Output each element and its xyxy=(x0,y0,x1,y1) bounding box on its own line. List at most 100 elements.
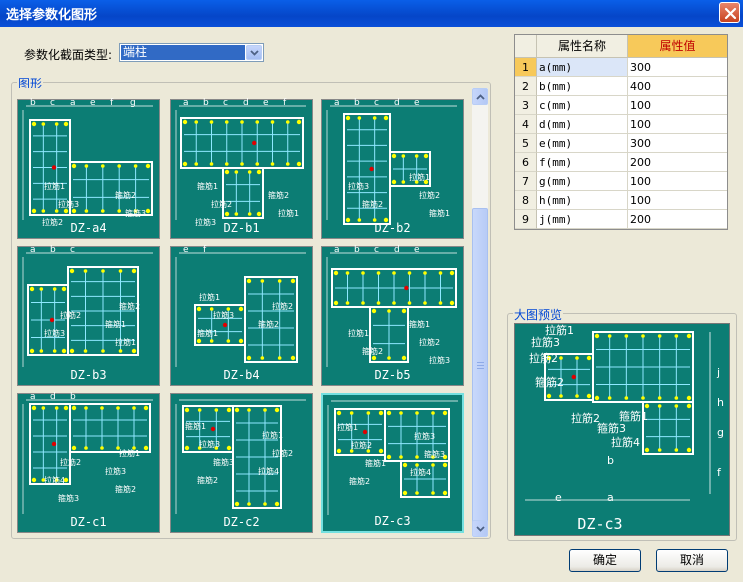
thumbnail-annotation: a xyxy=(183,98,189,108)
thumbnail-annotation: a xyxy=(30,392,36,402)
column-header-value: 属性值 xyxy=(628,35,727,58)
ok-button[interactable]: 确定 xyxy=(569,549,641,572)
shape-thumbnail-dz-c3[interactable]: 拉筋1 拉筋3 拉筋2 箍筋3 箍筋1 拉筋4 箍筋2 DZ-c3 xyxy=(321,393,464,533)
thumbnail-annotation: f xyxy=(203,245,207,255)
shape-thumbnail-dz-b5[interactable]: a b c d e 箍筋1 拉筋1 拉筋2 箍筋2 拉筋3 DZ-b5 xyxy=(321,246,464,386)
thumbnail-annotation: 拉筋1 xyxy=(337,423,359,432)
preview-annotation: b xyxy=(607,454,614,467)
thumbnail-annotation: 箍筋3 xyxy=(424,450,446,459)
property-row[interactable]: 4 d(mm) 100 xyxy=(515,115,727,134)
thumbnail-annotation: 拉筋2 xyxy=(419,191,441,200)
shape-diagram xyxy=(22,105,153,220)
section-type-label: 参数化截面类型: xyxy=(24,48,113,62)
thumbnail-annotation: 箍筋2 xyxy=(115,191,137,200)
preview-label: DZ-c3 xyxy=(577,515,623,533)
thumbnail-annotation: 拉筋1 xyxy=(119,449,141,458)
title-bar: 选择参数化图形 xyxy=(0,0,743,27)
cancel-button[interactable]: 取消 xyxy=(656,549,728,572)
property-row[interactable]: 7 g(mm) 100 xyxy=(515,172,727,191)
thumbnail-annotation: d xyxy=(243,98,249,108)
thumbnail-annotation: 拉筋2 xyxy=(272,449,294,458)
property-value[interactable]: 300 xyxy=(628,58,727,77)
thumbnail-annotation: f xyxy=(283,98,287,108)
thumbnail-annotation: 箍筋1 xyxy=(105,320,127,329)
shape-thumbnail-dz-b2[interactable]: a b c d e 拉筋1 拉筋3 拉筋2 箍筋2 箍筋1 DZ-b2 xyxy=(321,99,464,239)
preview-annotation: 拉筋2 xyxy=(571,411,600,425)
property-row[interactable]: 9 j(mm) 200 xyxy=(515,210,727,229)
section-type-select[interactable]: 端柱 xyxy=(119,43,264,62)
thumbnail-annotation: 拉筋1 xyxy=(409,173,431,182)
property-row[interactable]: 6 f(mm) 200 xyxy=(515,153,727,172)
thumbnail-annotation: c xyxy=(50,98,55,108)
preview-annotation: 拉筋4 xyxy=(611,435,640,449)
close-button[interactable] xyxy=(719,2,740,23)
property-row[interactable]: 5 e(mm) 300 xyxy=(515,134,727,153)
property-name: j(mm) xyxy=(537,210,628,229)
preview-annotation: a xyxy=(607,491,614,504)
preview-annotation: 箍筋2 xyxy=(535,375,564,389)
thumbnail-annotation: 拉筋2 xyxy=(60,458,82,467)
scroll-up-button[interactable] xyxy=(472,88,488,105)
property-row[interactable]: 3 c(mm) 100 xyxy=(515,96,727,115)
property-value[interactable]: 400 xyxy=(628,77,727,96)
property-value[interactable]: 100 xyxy=(628,96,727,115)
close-icon xyxy=(724,7,737,20)
thumbnail-annotation: 拉筋4 xyxy=(44,476,66,485)
preview-canvas: 拉筋1 拉筋3 拉筋2 箍筋2 拉筋2 箍筋1 箍筋3 拉筋4 b a e f g h j DZ-c3 xyxy=(514,323,730,536)
section-type-value: 端柱 xyxy=(121,45,245,60)
shape-thumbnail-dz-a4[interactable]: b c a e f g 拉筋1 箍筋2 拉筋3 箍筋3 拉筋2 DZ-a4 xyxy=(17,99,160,239)
thumbnail-annotation: 拉筋1 xyxy=(115,338,137,347)
property-value[interactable]: 100 xyxy=(628,115,727,134)
thumbnail-label: DZ-a4 xyxy=(70,221,107,235)
thumbnail-annotation: c xyxy=(374,245,379,255)
preview-annotation: e xyxy=(555,491,562,504)
thumbnail-annotation: b xyxy=(354,98,360,108)
property-grid: 属性名称 属性值 1 a(mm) 300 2 b(mm) 400 3 c(mm) 100 4 d(m… xyxy=(514,34,728,230)
thumbnail-annotation: 拉筋3 xyxy=(348,182,370,191)
thumbnail-annotation: e xyxy=(263,98,269,108)
thumbnail-annotation: b xyxy=(354,245,360,255)
preview-group: 大图预览 拉筋1 拉筋3 拉筋2 箍筋2 拉筋2 箍筋1 箍筋3 拉筋4 b a e f g h j DZ-… xyxy=(507,306,737,541)
shape-thumbnail-dz-c1[interactable]: a d b 拉筋1 拉筋2 拉筋3 拉筋4 箍筋2 箍筋3 DZ-c1 xyxy=(17,393,160,533)
dropdown-button[interactable] xyxy=(246,45,262,60)
property-name: g(mm) xyxy=(537,172,628,191)
thumbnail-label: DZ-b1 xyxy=(223,221,260,235)
column-header-name: 属性名称 xyxy=(537,35,628,58)
thumbnail-annotation: 箍筋2 xyxy=(115,485,137,494)
thumbnail-annotation: e xyxy=(183,245,189,255)
scroll-down-button[interactable] xyxy=(472,520,488,537)
property-value[interactable]: 300 xyxy=(628,134,727,153)
property-value[interactable]: 200 xyxy=(628,153,727,172)
thumbnail-scrollbar[interactable] xyxy=(472,88,488,537)
thumbnail-annotation: 箍筋1 xyxy=(197,182,219,191)
thumbnail-annotation: b xyxy=(203,98,209,108)
property-value[interactable]: 200 xyxy=(628,210,727,229)
thumbnail-annotation: 拉筋3 xyxy=(105,467,127,476)
thumbnail-annotation: 箍筋2 xyxy=(197,476,219,485)
thumbnail-label: DZ-c2 xyxy=(223,515,260,529)
thumbnail-annotation: 拉筋1 xyxy=(348,329,370,338)
property-value[interactable]: 100 xyxy=(628,172,727,191)
thumbnail-annotation: e xyxy=(90,98,96,108)
preview-annotation: 箍筋3 xyxy=(597,421,626,435)
shape-thumbnail-dz-b1[interactable]: a b c d e f 箍筋1 箍筋2 拉筋2 拉筋1 拉筋3 DZ-b1 xyxy=(170,99,313,239)
shape-thumbnail-dz-b4[interactable]: e f 拉筋1 拉筋2 拉筋3 箍筋2 箍筋1 DZ-b4 xyxy=(170,246,313,386)
property-value[interactable]: 100 xyxy=(628,191,727,210)
scroll-thumb[interactable] xyxy=(472,208,488,528)
thumbnail-annotation: d xyxy=(50,392,56,402)
row-index: 9 xyxy=(515,210,537,229)
row-index: 8 xyxy=(515,191,537,210)
preview-annotation: 拉筋2 xyxy=(529,351,558,365)
shape-diagram xyxy=(22,252,153,367)
property-row[interactable]: 1 a(mm) 300 xyxy=(515,58,727,77)
chevron-up-icon xyxy=(476,94,485,100)
property-row[interactable]: 8 h(mm) 100 xyxy=(515,191,727,210)
thumbnail-annotation: e xyxy=(414,98,420,108)
thumbnail-annotation: d xyxy=(394,98,400,108)
property-row[interactable]: 2 b(mm) 400 xyxy=(515,77,727,96)
thumbnail-annotation: 箍筋2 xyxy=(349,477,371,486)
chevron-down-icon xyxy=(250,50,259,56)
thumbnail-annotation: e xyxy=(414,245,420,255)
shape-thumbnail-dz-b3[interactable]: a b c 箍筋2 拉筋2 箍筋1 拉筋3 拉筋1 DZ-b3 xyxy=(17,246,160,386)
shape-thumbnail-dz-c2[interactable]: 箍筋1 拉筋1 拉筋3 拉筋2 箍筋3 拉筋4 箍筋2 DZ-c2 xyxy=(170,393,313,533)
